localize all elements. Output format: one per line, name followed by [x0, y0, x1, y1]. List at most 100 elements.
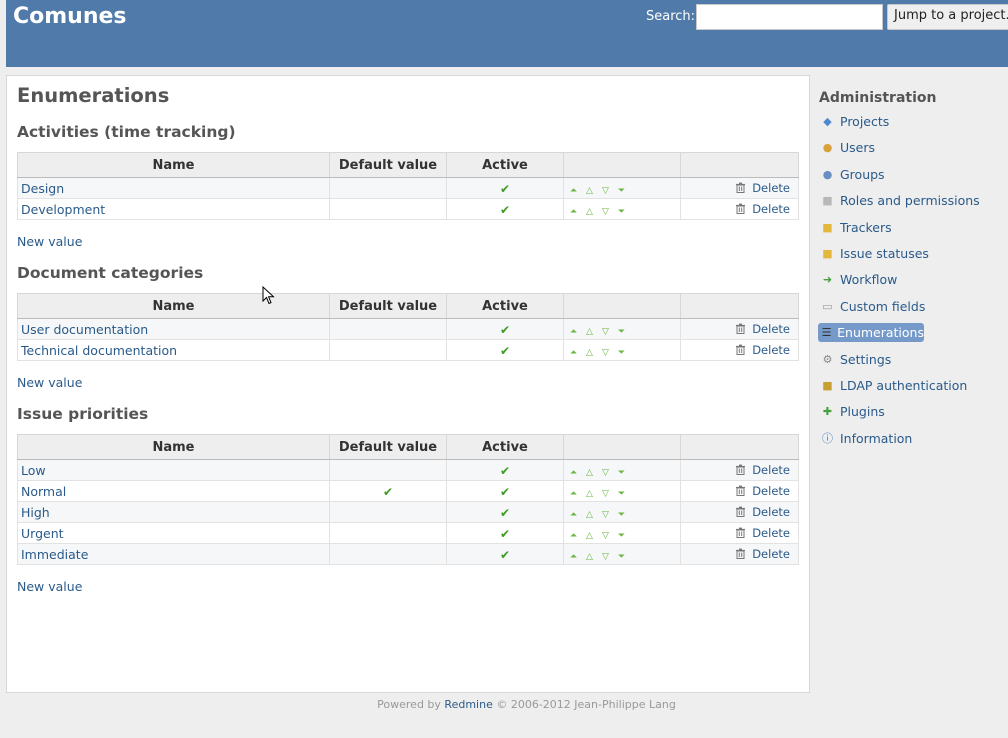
default-value-cell	[329, 459, 447, 481]
active-cell: ✔	[446, 480, 564, 502]
delete-link[interactable]: Delete	[752, 181, 790, 195]
enumeration-name-link[interactable]: Development	[21, 202, 105, 217]
move-up-icon[interactable]: △	[583, 468, 596, 478]
redmine-link[interactable]: Redmine	[444, 698, 492, 711]
move-up-icon[interactable]: △	[583, 552, 596, 562]
move-up-icon[interactable]: △	[583, 489, 596, 499]
move-to-top-icon[interactable]: ⏶	[567, 207, 580, 217]
move-to-top-icon[interactable]: ⏶	[567, 531, 580, 541]
delete-link[interactable]: Delete	[752, 322, 790, 336]
information-icon: ⓘ	[822, 432, 833, 446]
sidebar-item-label: Groups	[840, 166, 885, 182]
move-to-bottom-icon[interactable]: ⏷	[615, 348, 628, 358]
move-to-bottom-icon[interactable]: ⏷	[615, 468, 628, 478]
move-down-icon[interactable]: ▽	[599, 489, 612, 499]
move-to-bottom-icon[interactable]: ⏷	[615, 186, 628, 196]
enumeration-name-link[interactable]: Low	[21, 463, 46, 478]
move-to-top-icon[interactable]: ⏶	[567, 186, 580, 196]
default-value-cell: ✔	[329, 480, 447, 502]
sort-cell: ⏶ △ ▽ ⏷	[563, 543, 681, 565]
sidebar-item-label: Settings	[840, 351, 892, 367]
enumeration-name-link[interactable]: Immediate	[21, 547, 88, 562]
name-column-header[interactable]: Name	[17, 293, 330, 319]
default-value-cell	[329, 339, 447, 361]
move-up-icon[interactable]: △	[583, 327, 596, 337]
move-to-bottom-icon[interactable]: ⏷	[615, 510, 628, 520]
sidebar-item-plugins[interactable]: ✚ Plugins	[818, 402, 1003, 421]
sidebar-item-information[interactable]: ⓘ Information	[818, 429, 1003, 448]
move-down-icon[interactable]: ▽	[599, 207, 612, 217]
move-down-icon[interactable]: ▽	[599, 510, 612, 520]
delete-link[interactable]: Delete	[752, 484, 790, 498]
move-down-icon[interactable]: ▽	[599, 531, 612, 541]
enumeration-name-link[interactable]: Normal	[21, 484, 66, 499]
trash-icon	[735, 203, 746, 217]
default-value-cell	[329, 501, 447, 523]
delete-link[interactable]: Delete	[752, 463, 790, 477]
trash-icon	[735, 182, 746, 196]
move-up-icon[interactable]: △	[583, 531, 596, 541]
move-up-icon[interactable]: △	[583, 510, 596, 520]
move-to-top-icon[interactable]: ⏶	[567, 510, 580, 520]
move-up-icon[interactable]: △	[583, 207, 596, 217]
sidebar-item-workflow[interactable]: ➜ Workflow	[818, 270, 1003, 289]
sidebar-item-enumerations[interactable]: ☰ Enumerations	[818, 323, 924, 343]
sidebar-item-projects[interactable]: ◆ Projects	[818, 112, 1003, 131]
checkmark-icon: ✔	[499, 526, 511, 541]
move-up-icon[interactable]: △	[583, 348, 596, 358]
delete-link[interactable]: Delete	[752, 505, 790, 519]
move-to-top-icon[interactable]: ⏶	[567, 348, 580, 358]
move-down-icon[interactable]: ▽	[599, 327, 612, 337]
sort-cell: ⏶ △ ▽ ⏷	[563, 459, 681, 481]
default-value-cell	[329, 177, 447, 199]
move-to-top-icon[interactable]: ⏶	[567, 552, 580, 562]
sidebar-item-trackers[interactable]: ■ Trackers	[818, 218, 1003, 237]
name-column-header[interactable]: Name	[17, 434, 330, 460]
search-input[interactable]	[696, 4, 883, 30]
enumeration-name-link[interactable]: User documentation	[21, 322, 148, 337]
move-down-icon[interactable]: ▽	[599, 468, 612, 478]
enumeration-name-link[interactable]: High	[21, 505, 50, 520]
new-value-link[interactable]: New value	[17, 234, 82, 249]
app-title[interactable]: Comunes	[13, 4, 127, 29]
move-down-icon[interactable]: ▽	[599, 186, 612, 196]
move-down-icon[interactable]: ▽	[599, 552, 612, 562]
sidebar-item-ldap-authentication[interactable]: ■ LDAP authentication	[818, 376, 1003, 395]
move-to-bottom-icon[interactable]: ⏷	[615, 207, 628, 217]
delete-link[interactable]: Delete	[752, 202, 790, 216]
delete-link[interactable]: Delete	[752, 526, 790, 540]
move-up-icon[interactable]: △	[583, 186, 596, 196]
enumeration-name-link[interactable]: Technical documentation	[21, 343, 177, 358]
table-row: Low ✔ ⏶ △ ▽ ⏷ Delete	[17, 459, 799, 481]
sidebar-item-users[interactable]: ● Users	[818, 138, 1003, 157]
delete-link[interactable]: Delete	[752, 547, 790, 561]
sidebar-item-issue-statuses[interactable]: ■ Issue statuses	[818, 244, 1003, 263]
new-value-link[interactable]: New value	[17, 579, 82, 594]
name-cell: Urgent	[17, 522, 330, 544]
name-cell: Technical documentation	[17, 339, 330, 361]
sidebar-item-settings[interactable]: ⚙ Settings	[818, 350, 1003, 369]
move-to-bottom-icon[interactable]: ⏷	[615, 327, 628, 337]
enumeration-table: Name Default value Active User documentatio…	[17, 293, 799, 361]
delete-link[interactable]: Delete	[752, 343, 790, 357]
sidebar-item-custom-fields[interactable]: ▭ Custom fields	[818, 297, 1003, 316]
new-value-link[interactable]: New value	[17, 375, 82, 390]
move-to-top-icon[interactable]: ⏶	[567, 489, 580, 499]
jump-to-project-select[interactable]: Jump to a project...	[887, 4, 1008, 30]
enumeration-name-link[interactable]: Urgent	[21, 526, 64, 541]
move-to-bottom-icon[interactable]: ⏷	[615, 531, 628, 541]
move-to-top-icon[interactable]: ⏶	[567, 327, 580, 337]
move-down-icon[interactable]: ▽	[599, 348, 612, 358]
enumeration-name-link[interactable]: Design	[21, 181, 64, 196]
move-to-top-icon[interactable]: ⏶	[567, 468, 580, 478]
section-title: Activities (time tracking)	[17, 123, 236, 141]
sidebar-item-roles-and-permissions[interactable]: ■ Roles and permissions	[818, 191, 1003, 210]
top-header: Comunes Search: Jump to a project...	[6, 0, 1008, 67]
move-to-bottom-icon[interactable]: ⏷	[615, 489, 628, 499]
sidebar-item-groups[interactable]: ● Groups	[818, 165, 1003, 184]
move-to-bottom-icon[interactable]: ⏷	[615, 552, 628, 562]
ldap-icon: ■	[822, 378, 833, 392]
main-content: Enumerations Activities (time tracking) N…	[6, 75, 810, 693]
footer: Powered by Redmine © 2006-2012 Jean-Phil…	[0, 698, 1008, 711]
name-column-header[interactable]: Name	[17, 152, 330, 178]
